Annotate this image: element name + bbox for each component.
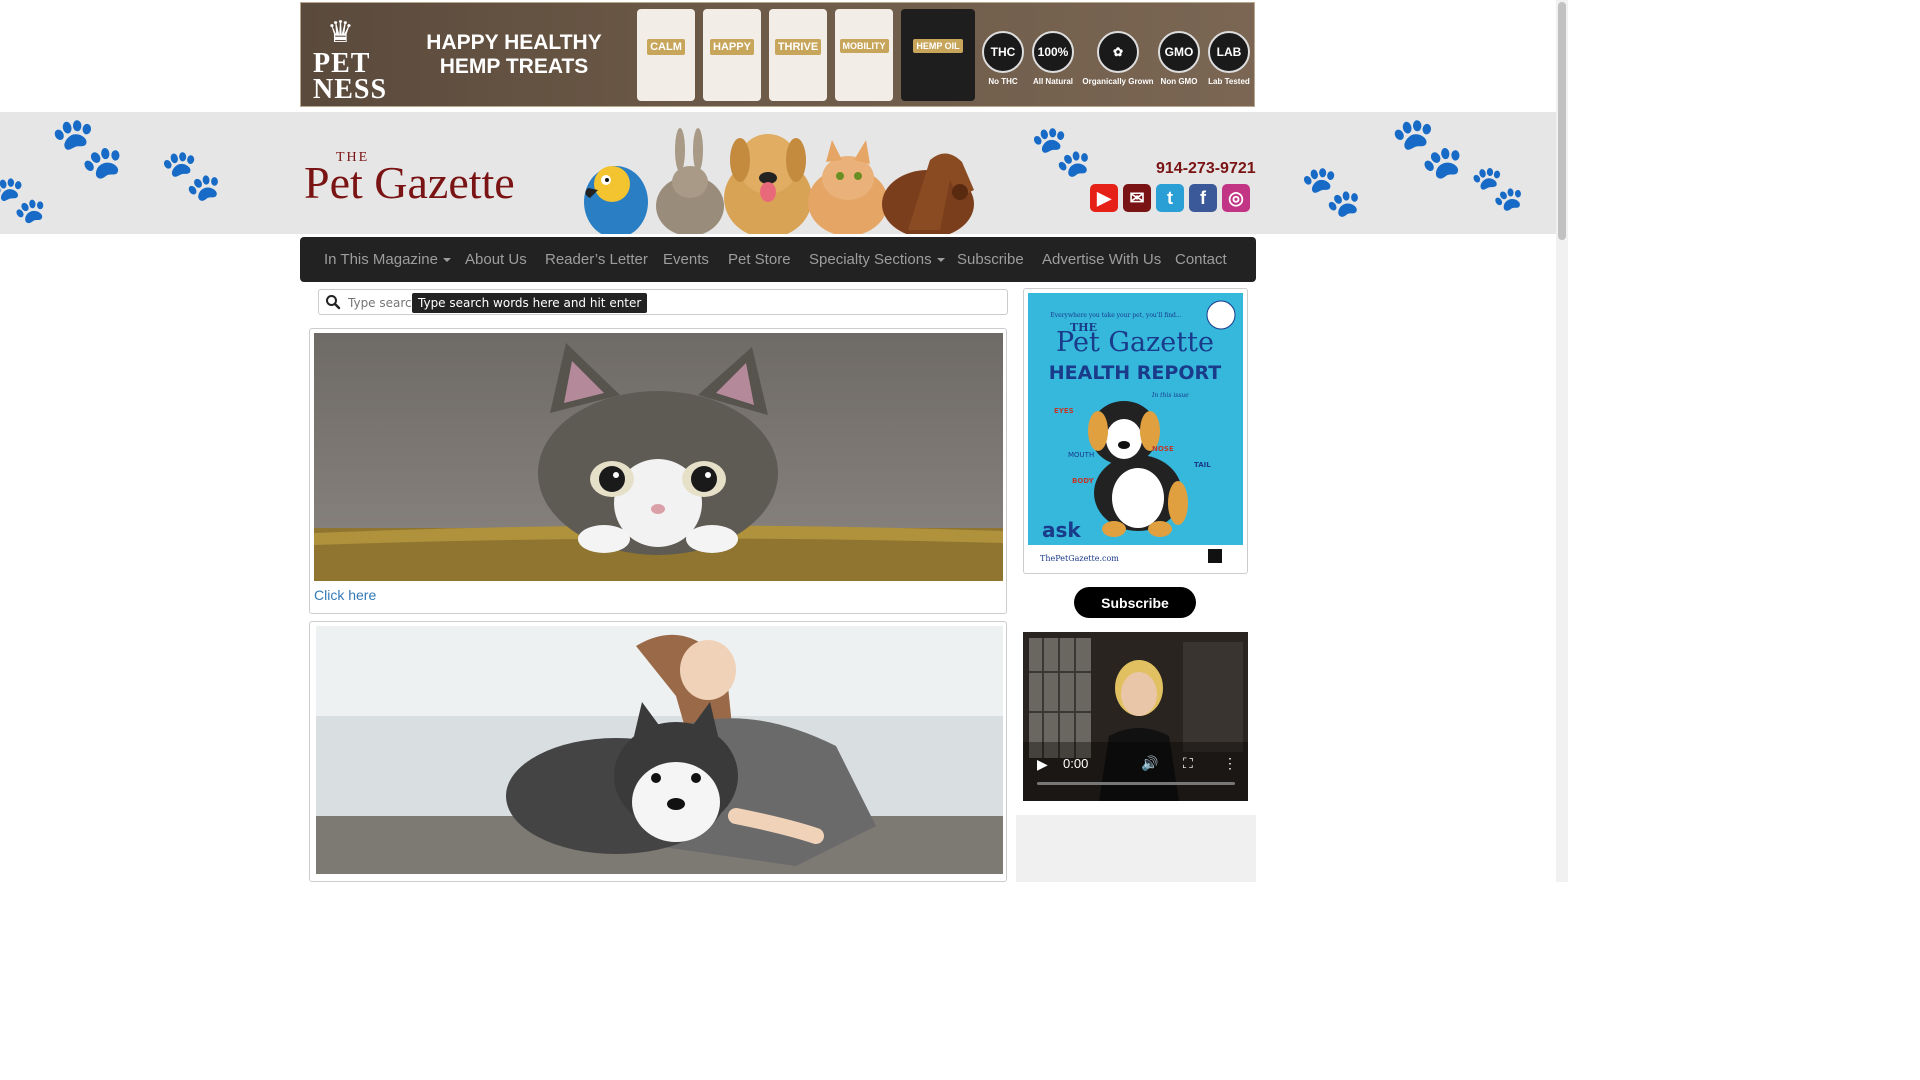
page-scrollbar[interactable] (1556, 0, 1568, 882)
badge-all-natural: 100% All Natural (1029, 31, 1077, 86)
health-report-cover: Everywhere you take your pet, you'll fin… (1028, 293, 1243, 571)
feature-card: Click here (309, 328, 1007, 614)
product-pack: HAPPY (703, 9, 761, 101)
paw-print-icon: 🐾 (1300, 163, 1363, 219)
svg-text:EYES: EYES (1054, 407, 1074, 415)
svg-text:HEALTH REPORT: HEALTH REPORT (1049, 362, 1221, 384)
search-tooltip: Type search words here and hit enter (412, 293, 648, 313)
woman-dog-photo[interactable] (316, 626, 1003, 874)
banner-headline: HAPPY HEALTHY HEMP TREATS (426, 31, 602, 78)
video-controls: ▶ 0:00 🔊 ⛶ ⋮ (1023, 752, 1248, 801)
paw-print-icon: 🐾 (50, 114, 125, 181)
video-player[interactable]: ▶ 0:00 🔊 ⛶ ⋮ (1023, 632, 1248, 801)
svg-text:MOUTH: MOUTH (1068, 451, 1094, 459)
sidebar-ad-placeholder (1016, 815, 1256, 882)
caret-down-icon (442, 258, 451, 263)
scrollbar-thumb[interactable] (1558, 2, 1566, 240)
volume-icon[interactable]: 🔊 (1141, 755, 1158, 772)
video-time: 0:00 (1063, 756, 1089, 771)
youtube-icon[interactable]: ▶ (1090, 184, 1118, 212)
nav-in-this-magazine[interactable]: In This Magazine (324, 237, 451, 282)
svg-text:BODY: BODY (1072, 477, 1095, 485)
product-pack: CALM (637, 9, 695, 101)
more-options-icon[interactable]: ⋮ (1223, 755, 1237, 772)
svg-text:TAIL: TAIL (1194, 461, 1211, 469)
fullscreen-icon[interactable]: ⛶ (1183, 755, 1193, 772)
svg-text:NOSE: NOSE (1152, 445, 1174, 453)
instagram-icon[interactable]: ◎ (1222, 184, 1250, 212)
nav-advertise-with-us[interactable]: Advertise With Us (1042, 237, 1161, 282)
svg-text:Everywhere you take your pet,: Everywhere you take your pet, you'll fin… (1050, 312, 1181, 319)
paw-print-icon: 🐾 (0, 173, 48, 225)
nav-subscribe[interactable]: Subscribe (957, 237, 1024, 282)
nav-readers-letter[interactable]: Reader’s Letter (545, 237, 648, 282)
nav-events[interactable]: Events (663, 237, 709, 282)
facebook-icon[interactable]: f (1189, 184, 1217, 212)
paw-print-icon: 🐾 (160, 147, 223, 203)
animals-header-image (578, 120, 978, 234)
petness-brand: PET NESS (313, 48, 388, 105)
petness-logo: ♛ PET NESS (309, 11, 393, 105)
logo-name: Pet Gazette (304, 157, 515, 208)
product-pack: HEMP OIL (901, 9, 975, 101)
nav-pet-store[interactable]: Pet Store (728, 237, 791, 282)
svg-text:ThePetGazette.com: ThePetGazette.com (1040, 554, 1119, 563)
svg-text:In this issue: In this issue (1151, 392, 1189, 399)
main-navbar: In This Magazine About Us Reader’s Lette… (300, 237, 1256, 282)
crown-icon: ♛ (327, 16, 354, 49)
nav-about-us[interactable]: About Us (465, 237, 527, 282)
search-icon (326, 295, 341, 310)
badge-non-gmo: GMO Non GMO (1157, 31, 1201, 86)
click-here-link[interactable]: Click here (314, 587, 376, 603)
badge-no-thc: THC No THC (981, 31, 1025, 86)
paw-print-icon: 🐾 (1390, 114, 1465, 181)
kitten-photo[interactable] (314, 333, 1003, 581)
paw-print-icon: 🐾 (1470, 164, 1525, 213)
video-progress-bar[interactable] (1037, 782, 1235, 785)
caret-down-icon (936, 258, 945, 263)
phone-number[interactable]: 914-273-9721 (1156, 160, 1256, 178)
badge-lab-tested: LAB Lab Tested (1205, 31, 1253, 86)
nav-specialty-sections[interactable]: Specialty Sections (809, 237, 945, 282)
svg-text:Pet Gazette: Pet Gazette (1056, 327, 1214, 358)
sidebar-subscribe-button[interactable]: Subscribe (1074, 587, 1196, 618)
nav-contact[interactable]: Contact (1175, 237, 1227, 282)
badge-organic: ✿ Organically Grown (1079, 31, 1157, 86)
site-header: 🐾 🐾 🐾 🐾 🐾 🐾 🐾 THE Pet Gazette 914-273-97… (0, 112, 1556, 234)
twitter-icon[interactable]: t (1156, 184, 1184, 212)
product-pack: MOBILITY (835, 9, 893, 101)
product-pack: THRIVE (769, 9, 827, 101)
play-icon[interactable]: ▶ (1037, 756, 1048, 773)
paw-print-icon: 🐾 (1030, 123, 1093, 179)
svg-text:ask: ask (1042, 518, 1081, 542)
petness-banner-ad[interactable]: ♛ PET NESS HAPPY HEALTHY HEMP TREATS CAL… (300, 2, 1255, 107)
email-icon[interactable]: ✉ (1123, 184, 1151, 212)
feature-card (309, 621, 1007, 882)
top-ad-band: ♛ PET NESS HAPPY HEALTHY HEMP TREATS CAL… (0, 0, 1556, 112)
magazine-cover[interactable]: Everywhere you take your pet, you'll fin… (1023, 288, 1248, 574)
